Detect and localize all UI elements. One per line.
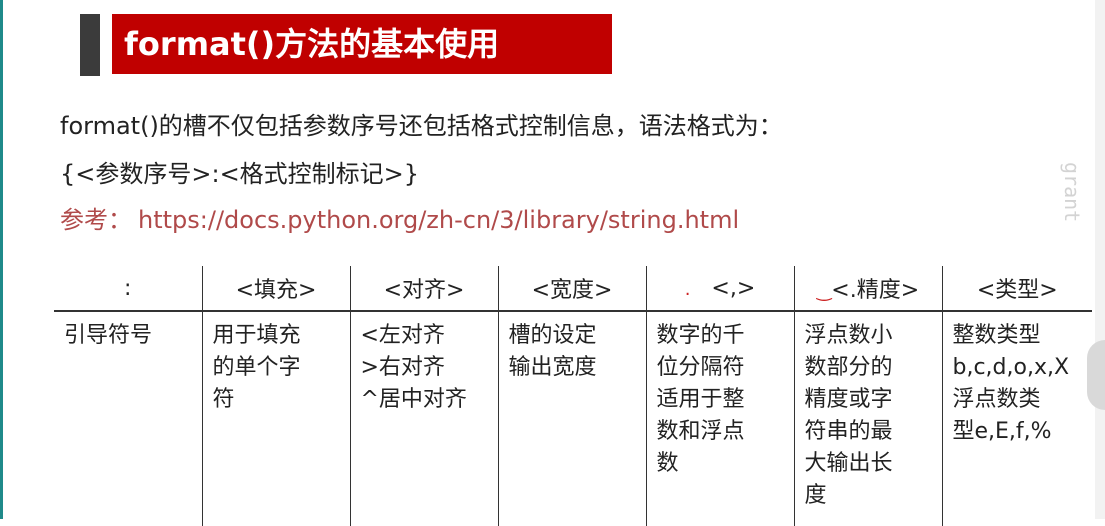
cell-colon: 引导符号 [64, 323, 153, 348]
header-thousands: . <,> [645, 266, 794, 312]
reference-label: 参考： [60, 206, 132, 234]
cell-precision: 浮点数小 数部分的 精度或字 符串的最 大输出长 度 [793, 311, 942, 526]
header-width: <宽度> [497, 266, 646, 312]
reference-line: 参考： https://docs.python.org/zh-cn/3/libra… [60, 200, 739, 235]
slide-title: format()方法的基本使用 [112, 14, 612, 74]
table-row: 引导符号 用于填充 的单个字 符 <左对齐 >右对齐 ^居中对齐 槽的设定 输出… [54, 311, 1092, 526]
table-header-row: : <填充> <对齐> <宽度> . <,> ‿<.精度> <类型> [54, 266, 1092, 312]
annotation-mark: ‿ [816, 281, 832, 302]
watermark: grant [1060, 162, 1084, 223]
title-accent-bar [80, 14, 100, 76]
header-align: <对齐> [349, 266, 498, 312]
reference-link[interactable]: https://docs.python.org/zh-cn/3/library/… [138, 206, 739, 234]
header-type: <类型> [941, 266, 1092, 312]
annotation-dot: . [684, 278, 691, 300]
header-thousands-label: <,> [711, 275, 756, 301]
header-fill: <填充> [201, 266, 350, 312]
cell-align: <左对齐 >右对齐 ^居中对齐 [349, 311, 498, 526]
format-spec-table: : <填充> <对齐> <宽度> . <,> ‿<.精度> <类型> 引导符号 … [54, 266, 1092, 526]
header-precision: ‿<.精度> [793, 266, 942, 312]
left-edge [0, 0, 3, 519]
header-colon: : [54, 266, 202, 312]
syntax-text: {<参数序号>:<格式控制标记>} [60, 160, 420, 188]
header-precision-label: <.精度> [831, 278, 920, 303]
cell-fill: 用于填充 的单个字 符 [201, 311, 350, 526]
right-scroll-track[interactable] [1095, 0, 1105, 519]
cell-thousands: 数字的千 位分隔符 适用于整 数和浮点 数 [645, 311, 794, 526]
cell-width: 槽的设定 输出宽度 [497, 311, 646, 526]
intro-text: format()的槽不仅包括参数序号还包括格式控制信息，语法格式为： [60, 112, 783, 140]
cell-type: 整数类型 b,c,d,o,x,X 浮点数类 型e,E,f,% [941, 311, 1092, 526]
